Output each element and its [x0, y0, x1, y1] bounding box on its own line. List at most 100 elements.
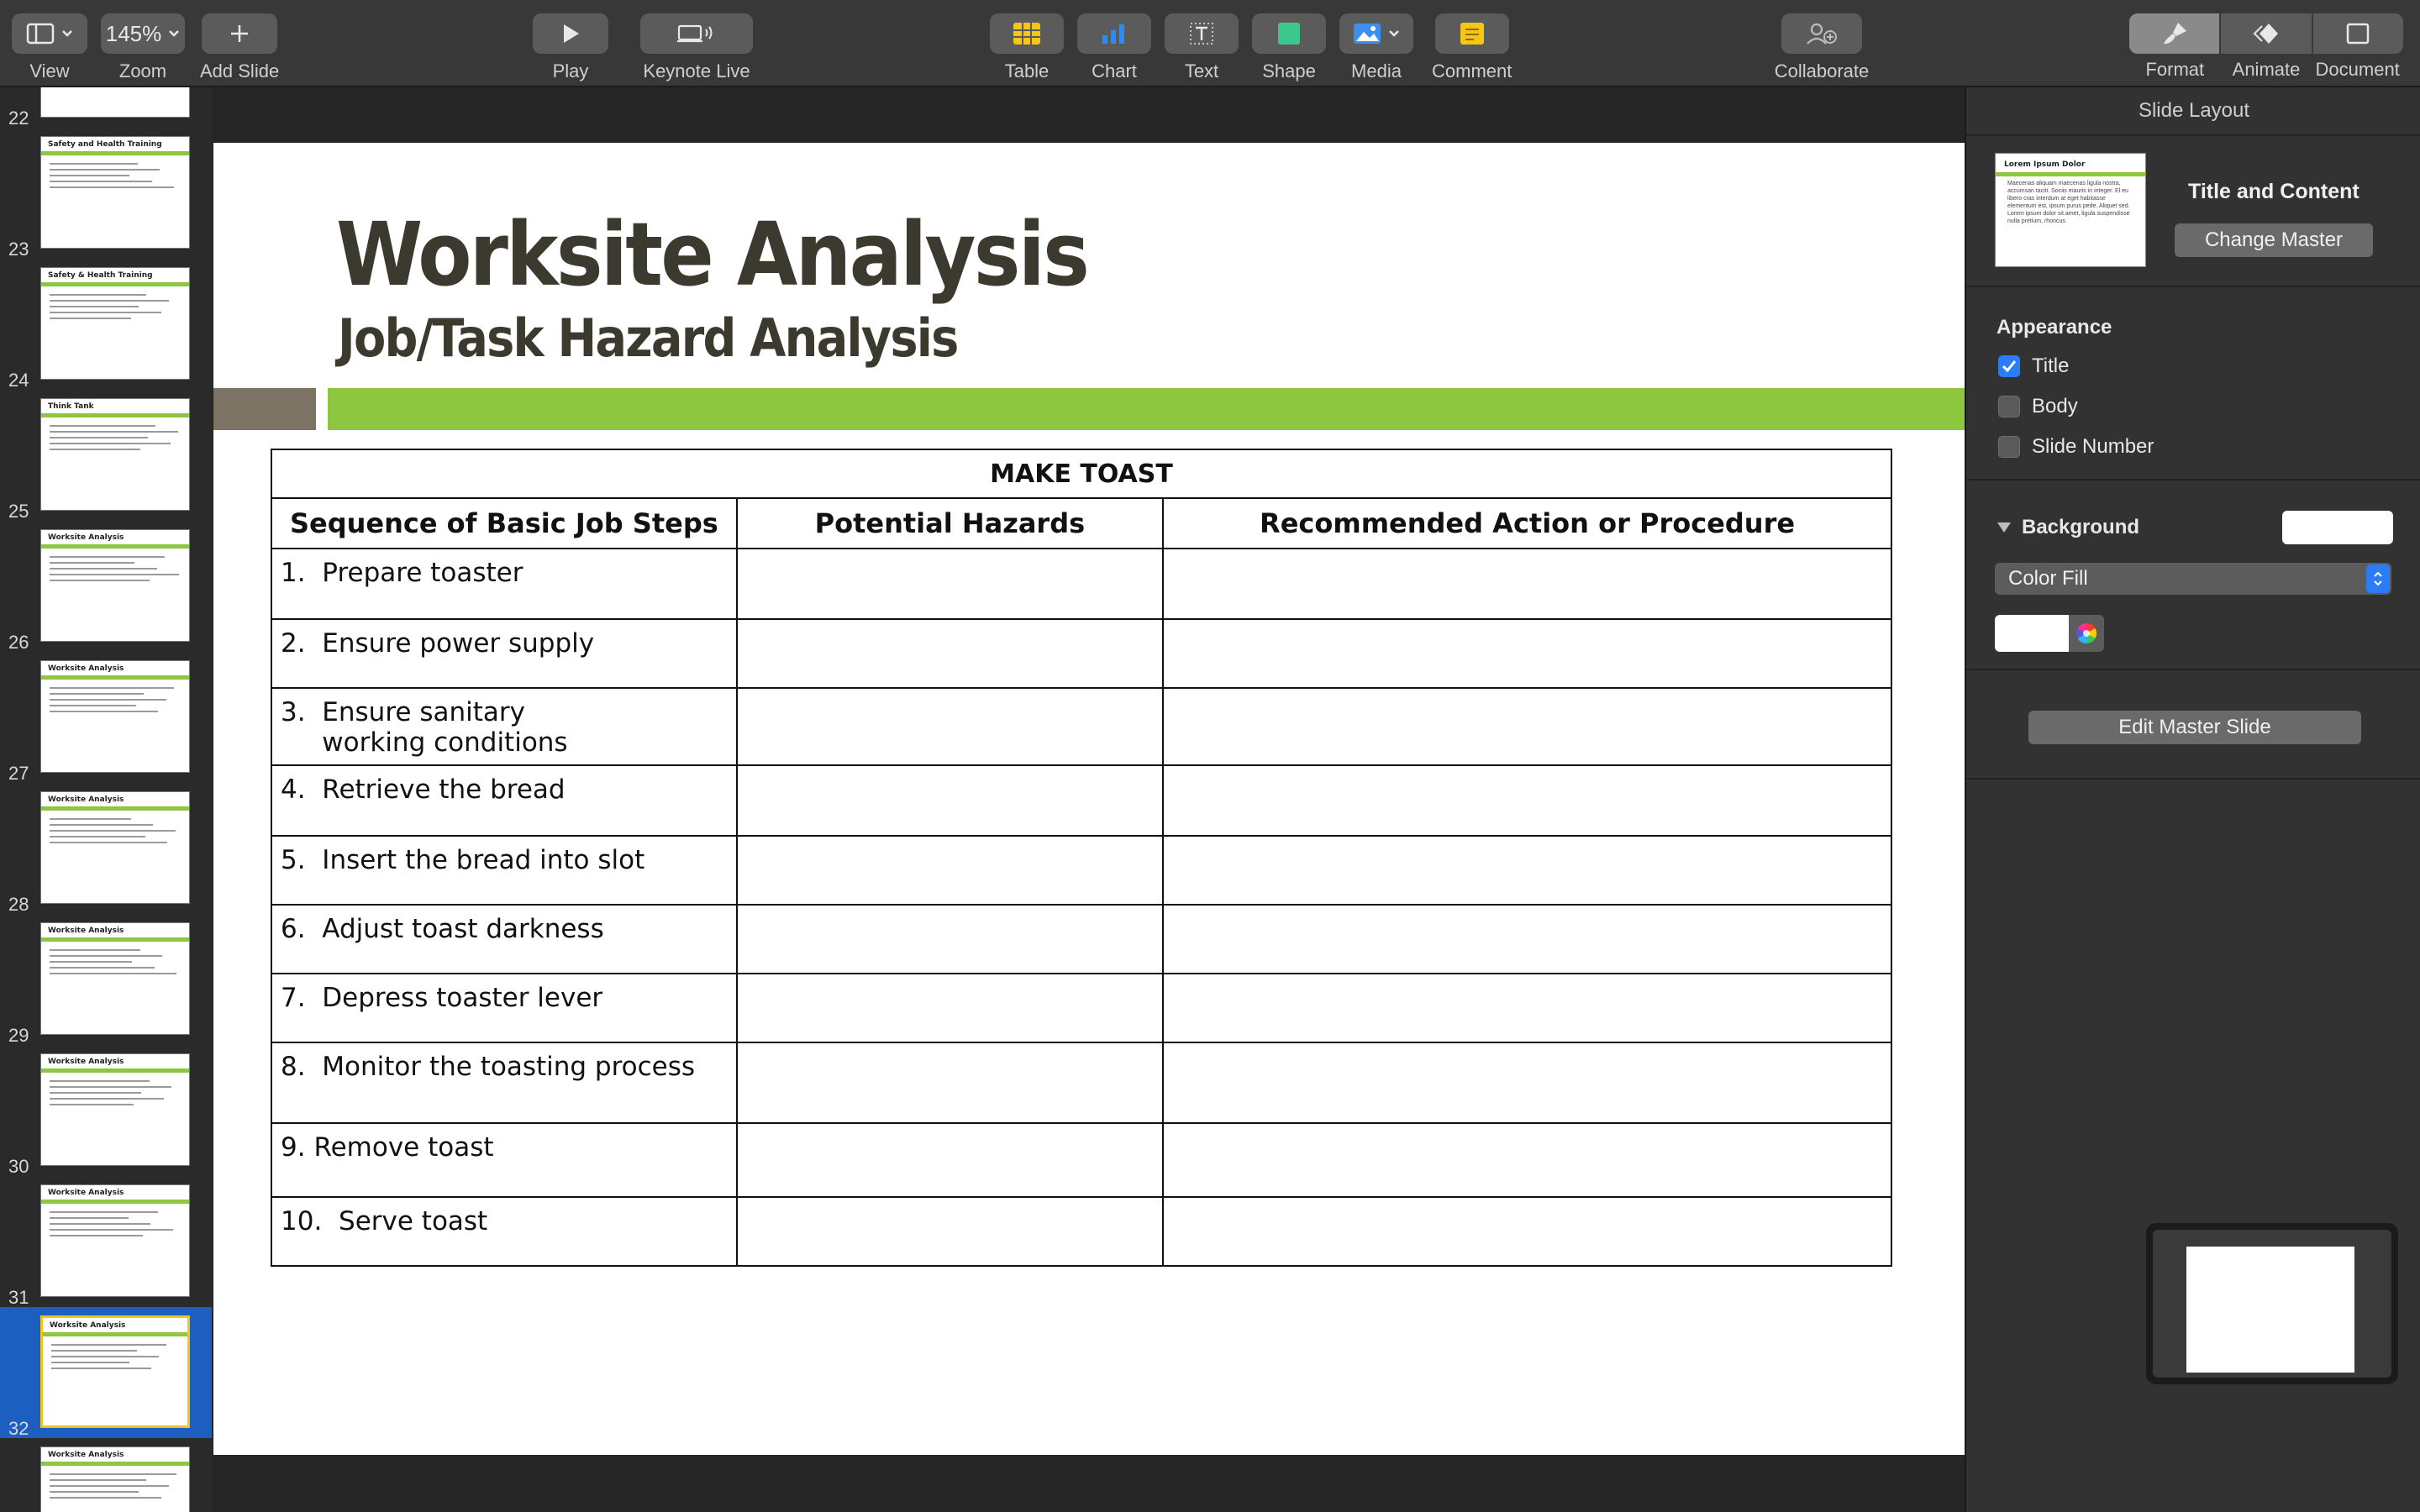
slide[interactable]: Worksite Analysis Job/Task Hazard Analys… — [213, 143, 1965, 1455]
view-button[interactable] — [12, 13, 87, 54]
format-tab[interactable] — [2129, 13, 2222, 54]
recommended-action-cell[interactable] — [1162, 548, 1892, 620]
slide-thumbnail-row[interactable]: Worksite Analysis 28 — [0, 783, 212, 915]
header-potential-hazards[interactable]: Potential Hazards — [735, 497, 1165, 549]
edit-master-slide-button[interactable]: Edit Master Slide — [2028, 711, 2361, 744]
background-color-swatch[interactable] — [2282, 511, 2393, 544]
job-step-cell[interactable]: 2. Ensure power supply — [271, 618, 738, 689]
job-step-cell[interactable]: 6. Adjust toast darkness — [271, 904, 738, 974]
slide-thumbnail[interactable]: Worksite Analysis — [40, 1446, 190, 1512]
potential-hazards-cell[interactable] — [735, 548, 1165, 620]
table-control[interactable]: Table — [990, 13, 1064, 82]
slide-thumbnail-row[interactable]: Worksite Analysis 32 — [0, 1307, 212, 1439]
chart-control[interactable]: Chart — [1077, 13, 1151, 82]
slide-navigator[interactable]: 22 Safety and Health Training 23 Safety & H… — [0, 87, 212, 1512]
slide-thumbnail-row[interactable]: Safety and Health Training 23 — [0, 128, 212, 260]
potential-hazards-cell[interactable] — [735, 1122, 1165, 1198]
media-button[interactable] — [1339, 13, 1413, 54]
potential-hazards-cell[interactable] — [735, 835, 1165, 906]
recommended-action-cell[interactable] — [1162, 1122, 1892, 1198]
collaborate-button[interactable] — [1781, 13, 1862, 54]
recommended-action-cell[interactable] — [1162, 1196, 1892, 1267]
potential-hazards-cell[interactable] — [735, 973, 1165, 1043]
text-control[interactable]: Text — [1165, 13, 1239, 82]
text-button[interactable] — [1165, 13, 1239, 54]
collaborate-control[interactable]: Collaborate — [1770, 13, 1874, 82]
title-checkbox[interactable] — [1998, 355, 2020, 377]
slide-thumbnail-row[interactable]: Worksite Analysis 27 — [0, 652, 212, 784]
slide-thumbnail-row[interactable]: 22 — [0, 87, 212, 129]
zoom-control[interactable]: 145% Zoom — [101, 13, 185, 82]
fill-type-select[interactable]: Color Fill — [1995, 563, 2391, 595]
window-preview-thumbnail[interactable] — [2146, 1223, 2398, 1384]
potential-hazards-cell[interactable] — [735, 687, 1165, 766]
keynote-live-control[interactable]: Keynote Live — [622, 13, 771, 82]
slide-thumbnail[interactable]: Safety and Health Training — [40, 136, 190, 249]
slide-thumbnail[interactable]: Worksite Analysis — [40, 922, 190, 1035]
keynote-live-button[interactable] — [640, 13, 753, 54]
slide-thumbnail-row[interactable]: Worksite Analysis 26 — [0, 521, 212, 653]
potential-hazards-cell[interactable] — [735, 764, 1165, 837]
recommended-action-cell[interactable] — [1162, 618, 1892, 689]
disclosure-triangle-icon[interactable] — [1996, 521, 2012, 534]
color-picker-button[interactable] — [2069, 615, 2104, 652]
recommended-action-cell[interactable] — [1162, 1042, 1892, 1124]
potential-hazards-cell[interactable] — [735, 904, 1165, 974]
animate-tab[interactable] — [2221, 13, 2313, 54]
slide-thumbnail-row[interactable]: Worksite Analysis 29 — [0, 914, 212, 1046]
potential-hazards-cell[interactable] — [735, 1042, 1165, 1124]
body-checkbox-row[interactable]: Body — [1998, 395, 2078, 418]
body-checkbox[interactable] — [1998, 396, 2020, 417]
slide-thumbnail[interactable]: Think Tank — [40, 398, 190, 511]
slide-thumbnail[interactable]: Worksite Analysis — [40, 1184, 190, 1297]
recommended-action-cell[interactable] — [1162, 687, 1892, 766]
job-step-cell[interactable]: 5. Insert the bread into slot — [271, 835, 738, 906]
media-control[interactable]: Media — [1339, 13, 1413, 82]
fill-color-well[interactable] — [1995, 615, 2104, 652]
change-master-button[interactable]: Change Master — [2175, 223, 2373, 257]
document-tab[interactable] — [2313, 13, 2403, 54]
recommended-action-cell[interactable] — [1162, 904, 1892, 974]
slide-thumbnail[interactable]: Worksite Analysis — [40, 1053, 190, 1166]
play-button[interactable] — [533, 13, 608, 54]
job-step-cell[interactable]: 7. Depress toaster lever — [271, 973, 738, 1043]
slide-thumbnail-row[interactable]: Think Tank 25 — [0, 390, 212, 522]
job-step-cell[interactable]: 1. Prepare toaster — [271, 548, 738, 620]
slide-thumbnail[interactable]: Worksite Analysis — [40, 529, 190, 642]
comment-button[interactable] — [1434, 13, 1509, 54]
add-slide-button[interactable] — [202, 13, 278, 54]
hazard-analysis-table[interactable]: MAKE TOAST Sequence of Basic Job Steps P… — [271, 449, 1892, 1267]
comment-control[interactable]: Comment — [1432, 13, 1512, 82]
recommended-action-cell[interactable] — [1162, 973, 1892, 1043]
slide-title[interactable]: Worksite Analysis — [336, 203, 1090, 306]
job-step-cell[interactable]: 8. Monitor the toasting process — [271, 1042, 738, 1124]
view-control[interactable]: View — [12, 13, 87, 82]
potential-hazards-cell[interactable] — [735, 618, 1165, 689]
slide-layout-thumbnail[interactable]: Lorem Ipsum Dolor Maecenas aliquam maece… — [1995, 153, 2146, 267]
header-job-steps[interactable]: Sequence of Basic Job Steps — [271, 497, 738, 549]
shape-control[interactable]: Shape — [1252, 13, 1326, 82]
slide-thumbnail[interactable]: Safety & Health Training — [40, 267, 190, 380]
job-step-cell[interactable]: 3. Ensure sanitary working conditions — [271, 687, 738, 766]
slide-thumbnail-row[interactable]: Safety & Health Training 24 — [0, 259, 212, 391]
slide-number-checkbox-row[interactable]: Slide Number — [1998, 435, 2154, 459]
table-caption[interactable]: MAKE TOAST — [271, 449, 1892, 499]
header-recommended-action[interactable]: Recommended Action or Procedure — [1162, 497, 1892, 549]
job-step-cell[interactable]: 4. Retrieve the bread — [271, 764, 738, 837]
slide-thumbnail[interactable]: Worksite Analysis — [40, 660, 190, 773]
recommended-action-cell[interactable] — [1162, 764, 1892, 837]
slide-thumbnail-row[interactable]: Worksite Analysis 31 — [0, 1176, 212, 1308]
fill-color-swatch[interactable] — [1995, 615, 2069, 652]
slide-thumbnail[interactable]: Worksite Analysis — [40, 791, 190, 904]
slide-thumbnail[interactable] — [40, 87, 190, 118]
job-step-cell[interactable]: 9. Remove toast — [271, 1122, 738, 1198]
potential-hazards-cell[interactable] — [735, 1196, 1165, 1267]
shape-button[interactable] — [1252, 13, 1326, 54]
slide-number-checkbox[interactable] — [1998, 436, 2020, 458]
add-slide-control[interactable]: Add Slide — [200, 13, 279, 82]
play-control[interactable]: Play — [533, 13, 608, 82]
table-button[interactable] — [990, 13, 1064, 54]
slide-thumbnail-row[interactable]: Worksite Analysis 30 — [0, 1045, 212, 1177]
zoom-button[interactable]: 145% — [101, 13, 185, 54]
slide-thumbnail-row[interactable]: Worksite Analysis33 — [0, 1438, 212, 1512]
